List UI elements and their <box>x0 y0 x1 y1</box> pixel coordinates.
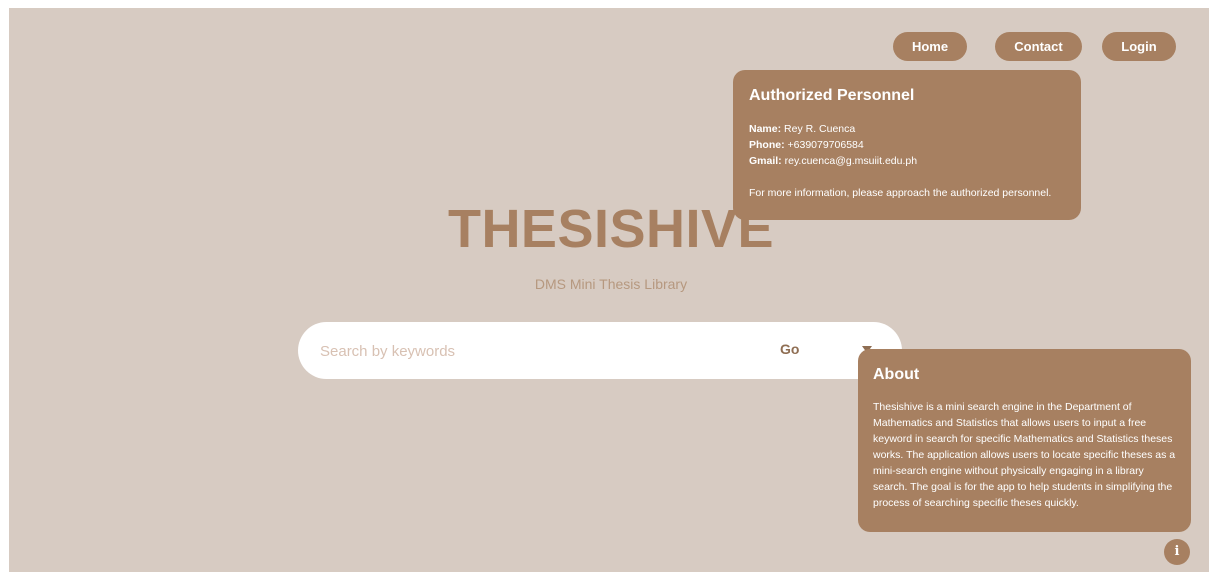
phone-value: +639079706584 <box>787 139 864 151</box>
name-label: Name: <box>749 123 782 135</box>
contact-note: For more information, please approach th… <box>749 187 1052 199</box>
page-background: Home Contact Login THESISHIVE DMS Mini T… <box>9 8 1209 572</box>
search-bar: Go <box>298 322 902 379</box>
gmail-value: rey.cuenca@g.msuiit.edu.ph <box>784 155 918 167</box>
contact-button[interactable]: Contact <box>995 32 1082 61</box>
contact-name-line: Name: Rey R. Cuenca <box>749 121 1065 137</box>
info-icon[interactable]: i <box>1164 539 1190 565</box>
about-text: Thesishive is a mini search engine in th… <box>873 401 1176 509</box>
search-input[interactable] <box>318 332 742 371</box>
authorized-personnel-popup: Authorized Personnel Name: Rey R. Cuenca… <box>733 70 1081 220</box>
contact-phone-line: Phone: +639079706584 <box>749 137 1065 153</box>
phone-label: Phone: <box>749 139 785 151</box>
gmail-label: Gmail: <box>749 155 782 167</box>
go-button[interactable]: Go <box>780 341 799 357</box>
login-button[interactable]: Login <box>1102 32 1176 61</box>
about-title: About <box>873 366 920 383</box>
about-popup: About Thesishive is a mini search engine… <box>858 349 1191 532</box>
popup-title: Authorized Personnel <box>749 87 915 104</box>
page-subtitle: DMS Mini Thesis Library <box>534 276 688 292</box>
contact-gmail-line: Gmail: rey.cuenca@g.msuiit.edu.ph <box>749 153 1065 169</box>
home-button[interactable]: Home <box>893 32 967 61</box>
name-value: Rey R. Cuenca <box>784 123 856 135</box>
